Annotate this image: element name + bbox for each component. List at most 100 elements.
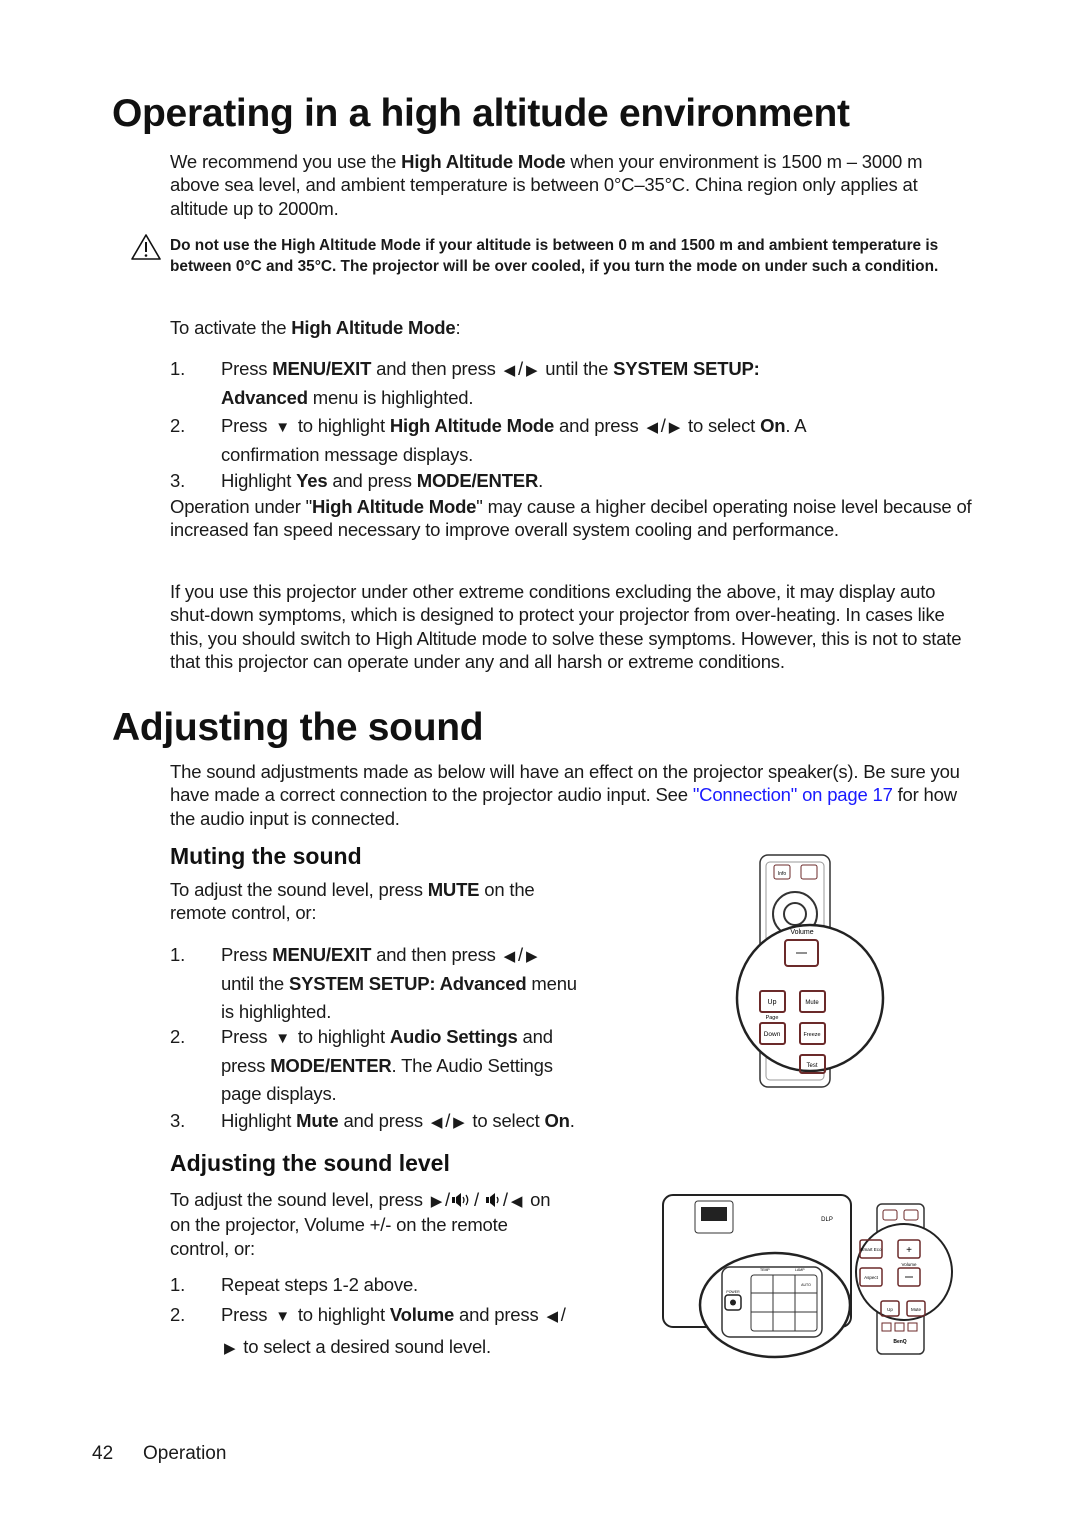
text: to select <box>467 1110 545 1131</box>
svg-text:Freeze: Freeze <box>803 1032 820 1038</box>
text: menu <box>526 973 577 995</box>
high-altitude-intro: We recommend you use the High Altitude M… <box>170 150 970 220</box>
remote-control-volume-illustration: Smart Eco + Volume Aspect Up Mute BenQ <box>855 1203 953 1355</box>
bold-text: Mute <box>296 1110 339 1131</box>
speaker-soft-icon <box>484 1189 503 1210</box>
text: : <box>455 317 461 338</box>
svg-text:LAMP: LAMP <box>795 1268 805 1272</box>
text: Repeat steps 1-2 above. <box>221 1274 418 1295</box>
bold-text: SYSTEM SETUP: <box>613 358 760 379</box>
svg-text:DLP: DLP <box>821 1217 833 1223</box>
bold-text: MODE/ENTER <box>416 470 539 491</box>
text: . <box>569 1110 575 1131</box>
activate-text: To activate the High Altitude Mode: <box>170 316 461 339</box>
text: / <box>660 415 666 436</box>
text: To activate the <box>170 317 292 338</box>
text: is highlighted. <box>221 1000 332 1022</box>
svg-text:TEMP: TEMP <box>760 1268 770 1272</box>
text: until the <box>221 973 289 995</box>
left-arrow-icon: ◀ <box>546 1308 558 1325</box>
svg-text:Volume: Volume <box>901 1262 917 1267</box>
svg-text:Volume: Volume <box>790 929 813 936</box>
sound-intro: The sound adjustments made as below will… <box>170 760 970 830</box>
text: and press <box>327 470 417 491</box>
text: press <box>221 1055 271 1077</box>
text: . The Audio Settings <box>391 1055 553 1077</box>
text: to select <box>683 415 761 436</box>
svg-text:Aspect: Aspect <box>864 1275 879 1280</box>
bold-text: Volume <box>389 1304 455 1325</box>
text: menu is highlighted. <box>307 387 474 409</box>
bold-text: High Altitude Mode <box>291 317 456 338</box>
down-arrow-icon: ▼ <box>275 419 290 436</box>
svg-text:BenQ: BenQ <box>893 1339 906 1345</box>
noise-note: Operation under "High Altitude Mode" may… <box>170 495 975 542</box>
right-arrow-icon: ▶ <box>525 362 538 379</box>
connection-link[interactable]: "Connection" on page 17 <box>693 784 893 805</box>
svg-text:POWER: POWER <box>726 1290 740 1294</box>
bold-text: MENU/EXIT <box>272 358 372 379</box>
text: to highlight <box>292 1304 390 1325</box>
svg-text:Mute: Mute <box>911 1307 922 1312</box>
remote-control-mute-illustration: Info Volume Up Mute Page Down Freeze Tes… <box>735 854 885 1088</box>
text: / <box>518 944 523 965</box>
svg-text:AUTO: AUTO <box>801 1283 811 1287</box>
text: remote control, or: <box>170 902 317 924</box>
text: . <box>538 470 544 491</box>
bold-text: Advanced <box>221 387 308 409</box>
text: To adjust the sound level, press <box>170 879 428 900</box>
bold-text: High Altitude Mode <box>401 151 566 172</box>
svg-text:Mute: Mute <box>805 1000 819 1006</box>
text: and then press <box>371 944 501 965</box>
left-arrow-icon: ◀ <box>503 948 516 965</box>
bold-text: MUTE <box>427 879 480 900</box>
text: until the <box>540 358 614 379</box>
svg-text:Page: Page <box>766 1015 779 1021</box>
text: Press <box>221 1304 273 1325</box>
text: / <box>518 358 523 379</box>
sound-level-intro: To adjust the sound level, press ▶ / / / ◀ … <box>170 1188 640 1260</box>
svg-text:Up: Up <box>768 999 777 1006</box>
bold-text: SYSTEM SETUP: Advanced <box>288 973 527 995</box>
bold-text: On <box>544 1110 570 1131</box>
text: to select a desired sound level. <box>238 1336 491 1357</box>
text: and <box>517 1026 553 1047</box>
svg-text:Up: Up <box>887 1307 893 1312</box>
text: Press <box>221 415 273 436</box>
text: Highlight <box>221 1110 297 1131</box>
projector-control-panel-illustration: DLP TEMP LAMP POWER AUTO <box>662 1194 852 1359</box>
bold-text: Yes <box>296 470 328 491</box>
text: and then press <box>371 358 501 379</box>
text: and press <box>554 415 644 436</box>
svg-text:Smart Eco: Smart Eco <box>860 1247 882 1252</box>
bold-text: MODE/ENTER <box>270 1055 392 1077</box>
text: on <box>525 1189 551 1210</box>
text: To adjust the sound level, press <box>170 1189 428 1210</box>
extreme-conditions-note: If you use this projector under other ex… <box>170 580 975 674</box>
svg-text:Down: Down <box>764 1031 781 1038</box>
left-arrow-icon: ◀ <box>503 362 516 379</box>
text: on the projector, Volume +/- on the remo… <box>170 1214 508 1236</box>
warning-triangle-icon <box>131 234 161 260</box>
left-arrow-icon: ◀ <box>430 1114 443 1131</box>
down-arrow-icon: ▼ <box>275 1030 290 1047</box>
right-arrow-icon: ▶ <box>430 1193 443 1210</box>
text: Press <box>221 1026 273 1047</box>
right-arrow-icon: ▶ <box>668 419 681 436</box>
bold-text: High Altitude Mode <box>312 496 477 517</box>
text: If you use this projector under other ex… <box>170 581 962 673</box>
text: and press <box>454 1304 544 1325</box>
text: to highlight <box>292 415 390 436</box>
left-arrow-icon: ◀ <box>510 1193 523 1210</box>
bold-text: High Altitude Mode <box>389 415 555 436</box>
text: / <box>445 1110 451 1131</box>
speaker-loud-icon <box>450 1189 474 1210</box>
footer-section: Operation <box>143 1443 227 1464</box>
bold-text: On <box>760 415 786 436</box>
text: and press <box>338 1110 428 1131</box>
right-arrow-icon: ▶ <box>224 1340 236 1357</box>
bold-text: Audio Settings <box>389 1026 518 1047</box>
right-arrow-icon: ▶ <box>525 948 538 965</box>
section-title-sound: Adjusting the sound <box>112 706 484 749</box>
text: on the <box>479 879 535 900</box>
